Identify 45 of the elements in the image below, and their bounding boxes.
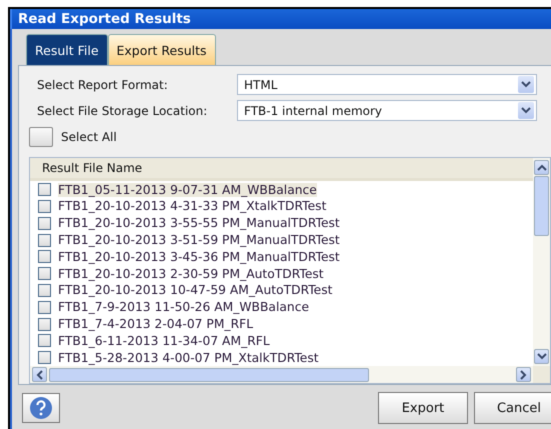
row-checkbox[interactable] <box>38 267 51 280</box>
file-name[interactable]: FTB1_7-4-2013 2-04-07 PM_RFL <box>58 317 254 331</box>
file-name[interactable]: FTB1_20-10-2013 10-47-59 AM_AutoTDRTest <box>58 283 332 298</box>
file-name[interactable]: FTB1_6-11-2013 11-34-07 AM_RFL <box>58 334 270 348</box>
tab[interactable]: Export Results <box>108 34 216 65</box>
scroll-right-icon[interactable] <box>516 367 531 382</box>
file-name[interactable]: FTB1_7-9-2013 11-50-26 AM_WBBalance <box>58 300 310 314</box>
help-button[interactable] <box>22 393 60 423</box>
field-label: Select Report Format: <box>36 78 169 92</box>
dialog-button[interactable]: Cancel <box>474 392 551 424</box>
file-name[interactable]: FTB1_05-11-2013 9-07-31 AM_WBBalance <box>58 182 317 197</box>
row-checkbox[interactable] <box>38 318 51 330</box>
row-checkbox[interactable] <box>38 200 51 213</box>
row-checkbox[interactable] <box>38 284 51 297</box>
file-name[interactable]: FTB1_20-10-2013 4-31-33 PM_XtalkTDRTest <box>58 199 326 214</box>
select-all-checkbox[interactable] <box>29 127 53 148</box>
file-name[interactable]: FTB1_20-10-2013 3-45-36 PM_ManualTDRTest <box>58 250 340 264</box>
file-name[interactable]: FTB1_20-10-2013 3-55-55 PM_ManualTDRTest <box>58 216 340 230</box>
row-checkbox[interactable] <box>38 300 51 314</box>
file-name[interactable]: FTB1_5-28-2013 4-00-07 PM_XtalkTDRTest <box>58 350 319 365</box>
field-label: Select File Storage Location: <box>36 104 208 118</box>
window-title: Read Exported Results <box>10 9 551 29</box>
scroll-left-icon[interactable] <box>32 367 47 382</box>
row-checkbox[interactable] <box>38 334 51 348</box>
dialog-button[interactable]: Export <box>378 392 468 424</box>
chevron-down-icon <box>518 102 534 120</box>
row-checkbox[interactable] <box>38 351 51 364</box>
scroll-down-icon[interactable] <box>534 349 549 364</box>
select-all-label: Select All <box>61 130 117 144</box>
row-checkbox[interactable] <box>38 183 51 196</box>
row-checkbox[interactable] <box>38 234 51 247</box>
tab[interactable]: Result File <box>26 34 108 65</box>
row-checkbox[interactable] <box>38 250 51 264</box>
file-name[interactable]: FTB1_20-10-2013 2-30-59 PM_AutoTDRTest <box>58 266 324 281</box>
help-icon <box>29 396 53 420</box>
row-checkbox[interactable] <box>38 216 51 230</box>
scroll-up-icon[interactable] <box>534 160 549 176</box>
dropdown[interactable]: FTB-1 internal memory <box>237 100 537 122</box>
scroll-thumb[interactable] <box>534 176 549 236</box>
dropdown[interactable]: HTML <box>237 74 537 96</box>
scrollbar-corner <box>533 366 550 383</box>
scroll-thumb[interactable] <box>49 368 369 382</box>
column-header: Result File Name <box>30 158 533 182</box>
file-name[interactable]: FTB1_20-10-2013 3-51-59 PM_ManualTDRTest <box>58 233 340 248</box>
chevron-down-icon <box>518 76 534 94</box>
